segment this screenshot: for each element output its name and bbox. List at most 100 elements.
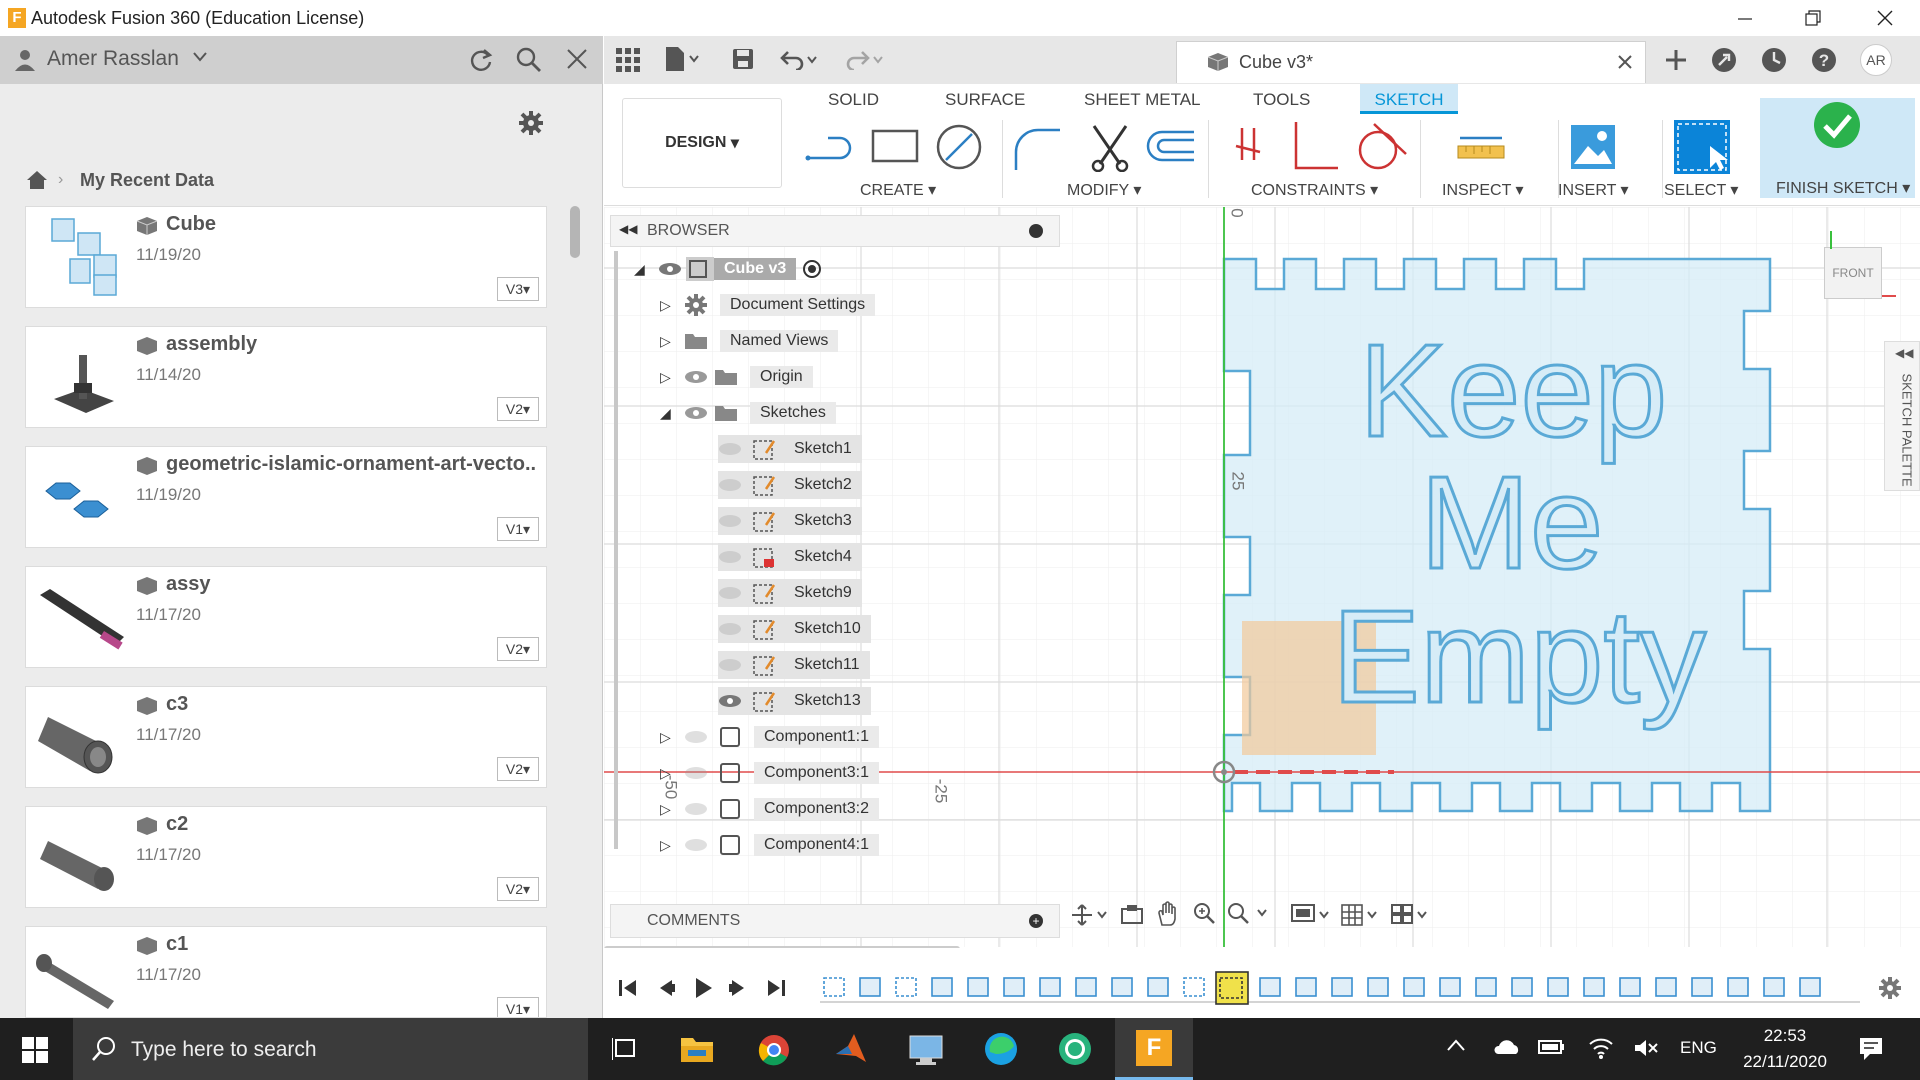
eye-icon[interactable] <box>684 405 714 421</box>
modify-menu[interactable]: MODIFY ▾ <box>1067 180 1141 200</box>
expand-triangle-icon[interactable]: ▷ <box>660 333 684 350</box>
expand-triangle-icon[interactable]: ▷ <box>660 297 684 314</box>
eye-hidden-icon[interactable] <box>684 801 718 817</box>
expand-triangle-icon[interactable]: ▷ <box>660 837 684 854</box>
sketch-item[interactable]: Sketch9 <box>718 579 862 607</box>
tree-node-origin[interactable]: ▷ Origin <box>660 363 813 391</box>
grid-snaps-icon[interactable] <box>1340 903 1384 927</box>
select-menu[interactable]: SELECT ▾ <box>1664 180 1738 200</box>
breadcrumb[interactable]: My Recent Data <box>80 170 214 191</box>
eye-hidden-icon[interactable] <box>718 549 752 565</box>
matlab-icon[interactable] <box>834 1032 868 1066</box>
expand-triangle-icon[interactable]: ▷ <box>660 765 684 782</box>
collapse-triangle-icon[interactable]: ◢ <box>634 261 658 278</box>
tab-solid[interactable]: SOLID <box>828 90 879 110</box>
orbit-icon[interactable] <box>1070 903 1110 927</box>
grid-menu-icon[interactable] <box>616 48 640 72</box>
pan-icon[interactable] <box>1156 901 1180 927</box>
help-icon[interactable]: ? <box>1810 46 1838 74</box>
clock-time[interactable]: 22:53 <box>1740 1026 1830 1046</box>
version-badge[interactable]: V1 ▾ <box>497 517 539 541</box>
sketch-item[interactable]: Sketch10 <box>718 615 871 643</box>
chevron-down-icon[interactable] <box>193 52 207 62</box>
new-tab-button[interactable] <box>1658 42 1694 78</box>
insert-image-icon[interactable] <box>1570 124 1616 170</box>
task-view-icon[interactable] <box>612 1036 638 1062</box>
eye-hidden-icon[interactable] <box>718 657 752 673</box>
tab-surface[interactable]: SURFACE <box>945 90 1025 110</box>
list-item[interactable]: c3 11/17/20 V2 ▾ <box>25 686 547 788</box>
finish-sketch-button[interactable]: FINISH SKETCH ▾ <box>1760 98 1915 198</box>
chrome-icon[interactable] <box>758 1034 790 1066</box>
trim-icon[interactable] <box>1088 120 1132 172</box>
taskbar-fusion-active[interactable]: F <box>1115 1018 1193 1080</box>
expand-triangle-icon[interactable]: ▷ <box>660 369 684 386</box>
add-comment-icon[interactable]: + <box>1029 914 1043 928</box>
minimize-button[interactable] <box>1716 0 1774 36</box>
tree-node-component[interactable]: ▷ Component3:1 <box>660 759 879 787</box>
scrollbar-thumb[interactable] <box>570 206 580 258</box>
file-icon[interactable] <box>664 46 700 72</box>
undo-icon[interactable] <box>780 48 820 70</box>
sketch-item[interactable]: Sketch11 <box>718 651 870 679</box>
tree-node-sketches[interactable]: ◢ Sketches <box>660 399 836 427</box>
tree-node-component[interactable]: ▷ Component4:1 <box>660 831 879 859</box>
sketch-item-active[interactable]: Sketch13 <box>718 687 871 715</box>
clock-date[interactable]: 22/11/2020 <box>1730 1052 1840 1072</box>
taskbar-search[interactable]: Type here to search <box>73 1018 588 1080</box>
collapse-icon[interactable]: ◀◀ <box>1895 346 1913 360</box>
avatar[interactable]: AR <box>1860 44 1892 76</box>
eye-hidden-icon[interactable] <box>718 621 752 637</box>
sketch-text-keep[interactable]: Keep <box>1357 323 1668 458</box>
refresh-icon[interactable] <box>468 47 494 73</box>
rectangle-icon[interactable] <box>870 126 920 166</box>
sketch-item[interactable]: Sketch3 <box>718 507 862 535</box>
job-status-icon[interactable] <box>1760 46 1788 74</box>
sketch-item[interactable]: Sketch2 <box>718 471 862 499</box>
close-tab-icon[interactable] <box>1617 54 1633 70</box>
comments-panel[interactable]: COMMENTS + <box>610 904 1060 938</box>
notifications-icon[interactable] <box>1858 1036 1884 1062</box>
timeline-settings-gear-icon[interactable] <box>1878 976 1902 1000</box>
fit-icon[interactable] <box>1226 901 1270 927</box>
tree-node-component[interactable]: ▷ Component1:1 <box>660 723 879 751</box>
tab-sheet-metal[interactable]: SHEET METAL <box>1084 90 1201 110</box>
step-forward-icon[interactable] <box>728 978 748 998</box>
activate-radio-icon[interactable] <box>802 259 822 279</box>
minimize-panel-icon[interactable] <box>1029 224 1043 238</box>
expand-triangle-icon[interactable]: ▷ <box>660 801 684 818</box>
line-icon[interactable] <box>804 124 858 168</box>
offset-icon[interactable] <box>1144 128 1198 168</box>
step-back-icon[interactable] <box>656 978 676 998</box>
list-item[interactable]: c2 11/17/20 V2 ▾ <box>25 806 547 908</box>
browser-scrollbar[interactable] <box>614 251 618 849</box>
save-icon[interactable] <box>732 48 754 70</box>
viewcube[interactable]: FRONT <box>1824 247 1882 299</box>
tree-node-document-settings[interactable]: ▷ Document Settings <box>660 291 876 319</box>
language-indicator[interactable]: ENG <box>1680 1038 1717 1058</box>
eye-hidden-icon[interactable] <box>718 585 752 601</box>
constraints-menu[interactable]: CONSTRAINTS ▾ <box>1251 180 1378 200</box>
go-to-start-icon[interactable] <box>618 978 638 998</box>
circle-icon[interactable] <box>934 122 984 172</box>
sketch-text-empty[interactable]: Empty <box>1330 589 1707 724</box>
eye-icon[interactable] <box>658 261 686 277</box>
insert-menu[interactable]: INSERT ▾ <box>1558 180 1629 200</box>
list-item[interactable]: assembly 11/14/20 V2 ▾ <box>25 326 547 428</box>
close-window-button[interactable] <box>1856 0 1914 36</box>
extensions-icon[interactable] <box>1710 46 1738 74</box>
eye-hidden-icon[interactable] <box>684 729 718 745</box>
search-icon[interactable] <box>516 47 542 73</box>
user-name[interactable]: Amer Rasslan <box>47 47 179 71</box>
display-settings-icon[interactable] <box>1290 903 1334 927</box>
inspect-menu[interactable]: INSPECT ▾ <box>1442 180 1524 200</box>
eye-hidden-icon[interactable] <box>684 837 718 853</box>
tree-node-named-views[interactable]: ▷ Named Views <box>660 327 839 355</box>
measure-icon[interactable] <box>1456 134 1506 164</box>
volume-muted-icon[interactable] <box>1634 1038 1658 1058</box>
document-tab[interactable]: Cube v3* <box>1176 41 1646 83</box>
look-at-icon[interactable] <box>1120 903 1144 927</box>
version-badge[interactable]: V2 ▾ <box>497 397 539 421</box>
list-item[interactable]: assy 11/17/20 V2 ▾ <box>25 566 547 668</box>
version-badge[interactable]: V2 ▾ <box>497 757 539 781</box>
